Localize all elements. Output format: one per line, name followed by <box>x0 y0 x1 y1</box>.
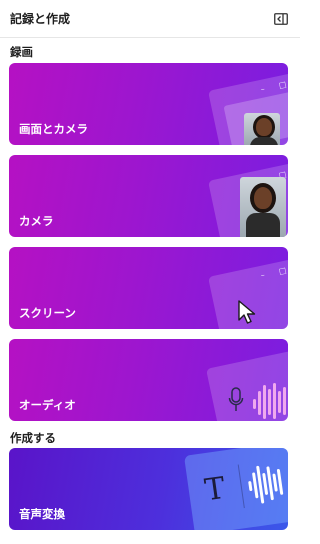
person-avatar <box>240 177 286 237</box>
camera-card[interactable]: – □ カメラ <box>9 155 288 237</box>
panel-header: 記録と作成 <box>0 0 300 38</box>
card-label-transcribe: 音声変換 <box>19 507 65 521</box>
card-label-screen-camera: 画面とカメラ <box>19 122 88 136</box>
cursor-icon <box>238 300 256 324</box>
panel-collapse-icon <box>274 12 288 25</box>
section-title-create: 作成する <box>10 431 56 445</box>
audio-window-illustration <box>206 347 288 421</box>
panel-title: 記録と作成 <box>10 12 71 26</box>
screen-card[interactable]: – □ スクリーン <box>9 247 288 329</box>
screen-and-camera-card[interactable]: – □ 画面とカメラ <box>9 63 288 145</box>
audio-waveform-icon <box>184 448 288 504</box>
audio-card[interactable]: オーディオ <box>9 339 288 421</box>
card-label-camera: カメラ <box>19 214 54 228</box>
transcribe-card[interactable]: T 音声変換 <box>9 448 288 530</box>
text-t-icon: T <box>202 470 228 509</box>
person-avatar <box>244 113 280 145</box>
microphone-icon <box>228 387 244 411</box>
transcript-illustration: T <box>184 448 288 530</box>
card-label-screen: スクリーン <box>19 306 76 320</box>
collapse-panel-button[interactable] <box>272 10 290 28</box>
section-title-record: 録画 <box>10 45 33 59</box>
card-label-audio: オーディオ <box>19 398 76 412</box>
